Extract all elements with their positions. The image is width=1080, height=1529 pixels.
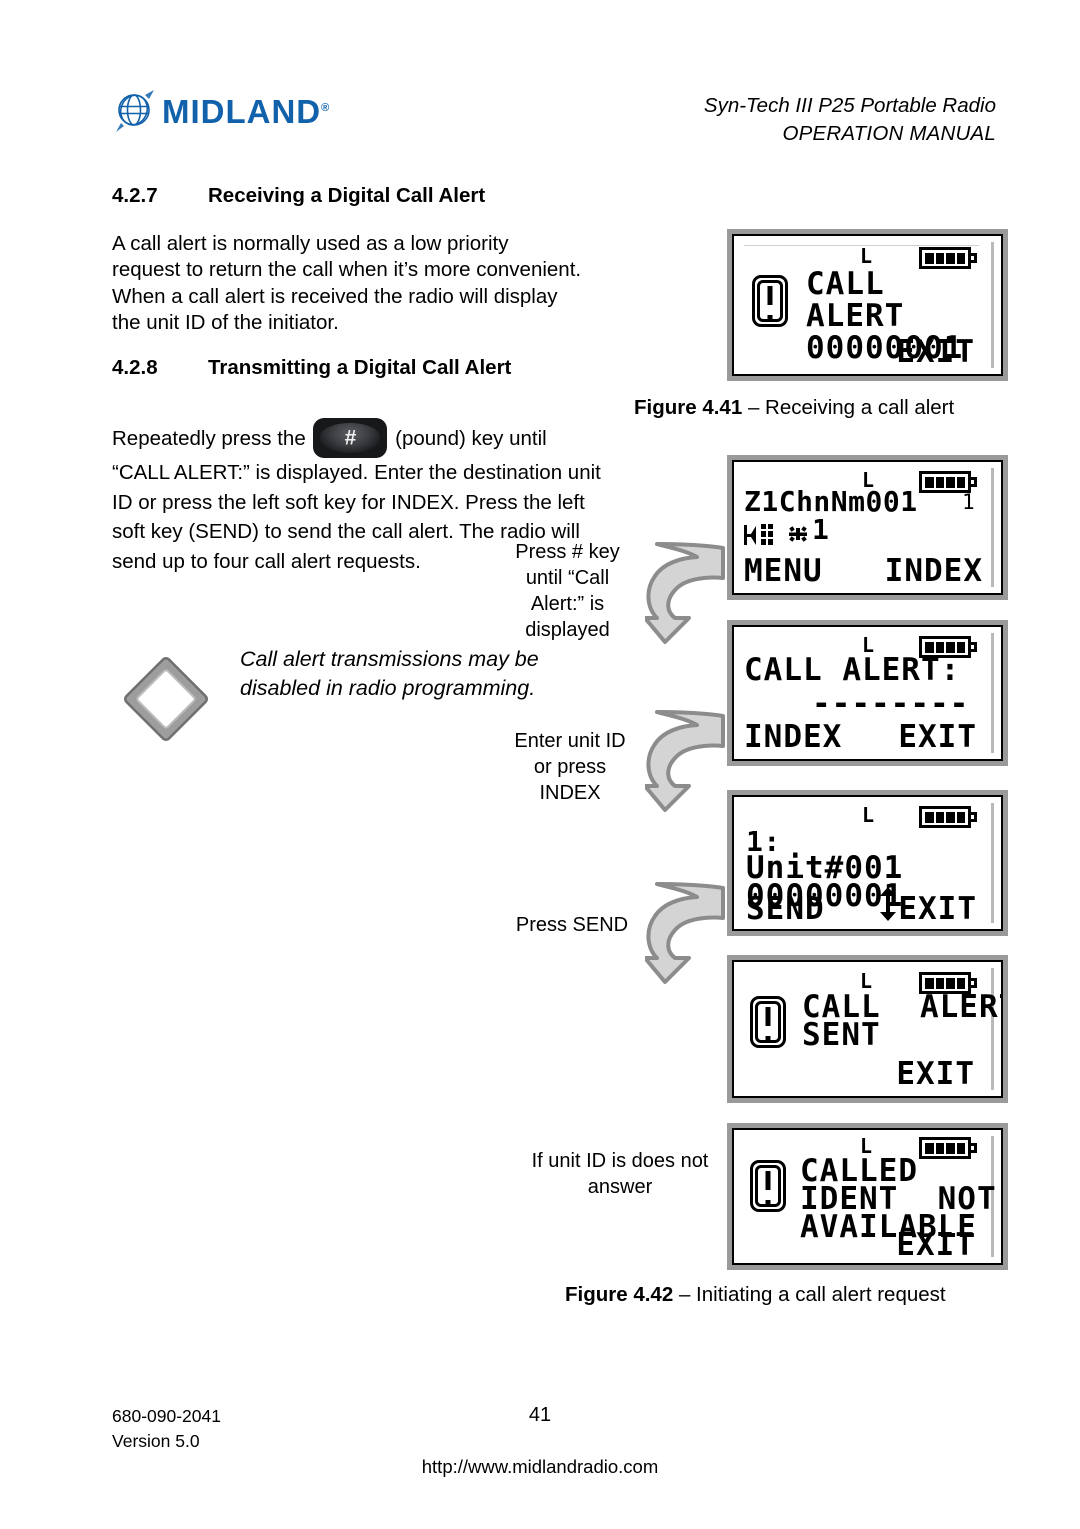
softkey-exit[interactable]: EXIT — [896, 1059, 975, 1090]
figure-dash-4-42: – — [673, 1283, 697, 1306]
section-heading-4-2-7: 4.2.7 Receiving a Digital Call Alert — [112, 184, 485, 208]
note-diamond-icon: NOTE — [120, 653, 212, 745]
footer-version: Version 5.0 — [112, 1431, 200, 1451]
lcd-inner: L Z1ChnNm001 1 1 MENU INDEX — [732, 460, 1003, 595]
document-title-line1: Syn-Tech III P25 Portable Radio — [703, 94, 996, 117]
screen-line-2: SENT — [802, 1017, 881, 1053]
lcd-inner: L CALL ALERT SENT EXIT — [732, 960, 1003, 1098]
up-down-arrow-icon[interactable] — [879, 887, 897, 921]
battery-icon — [919, 1137, 977, 1159]
signal-indicator: L — [860, 969, 873, 993]
flow-arrow-2-icon — [645, 706, 731, 836]
battery-cap — [971, 253, 977, 263]
page-header: MIDLAND® Syn-Tech III P25 Portable Radio… — [0, 0, 1080, 165]
footer-url: http://www.midlandradio.com — [421, 1456, 659, 1477]
softkey-index[interactable]: INDEX — [744, 722, 842, 753]
figure-dash-4-41: – — [742, 396, 766, 419]
section-number-4-2-7: 4.2.7 — [112, 184, 158, 207]
status-value: 1 — [812, 513, 830, 546]
signal-indicator: L — [862, 803, 875, 827]
note-text: Call alert transmissions may be disabled… — [240, 647, 539, 700]
alert-exclamation-icon — [752, 275, 788, 327]
lcd-inner: L CALLED IDENT NOT AVAILABLE EXIT — [732, 1128, 1003, 1265]
document-title-line2: OPERATION MANUAL — [782, 121, 996, 145]
registered-mark: ® — [321, 101, 331, 114]
lcd-scrollbar[interactable] — [991, 468, 994, 587]
star-icon — [788, 524, 808, 546]
home-channel-screen: L Z1ChnNm001 1 1 MENU INDEX — [727, 455, 1008, 600]
flow-arrow-3-icon — [645, 878, 731, 1008]
figure-label-4-42: Figure 4.42 — [565, 1283, 674, 1306]
lcd-inner: L 1: Unit#001 00000001 SEND EXIT — [732, 795, 1003, 931]
globe-icon — [112, 88, 158, 134]
brand-wordmark: MIDLAND® — [162, 92, 331, 130]
battery-body — [919, 1137, 971, 1159]
figure-text-4-41: Receiving a call alert — [765, 396, 955, 419]
lcd-inner: L CALL ALERT 00000001 EXIT — [732, 234, 1003, 376]
figure-label-4-41: Figure 4.41 — [634, 396, 743, 419]
footer-page-number: 41 — [528, 1404, 552, 1426]
screen-line-1: CALL — [806, 266, 885, 302]
battery-cap — [971, 978, 977, 988]
softkey-index[interactable]: INDEX — [885, 556, 983, 587]
scan-list-icon — [744, 524, 784, 546]
receiving-call-alert-screen: L CALL ALERT 00000001 EXIT — [727, 229, 1008, 381]
call-alert-entry-screen: L CALL ALERT: -------- INDEX EXIT — [727, 620, 1008, 766]
softkey-exit[interactable]: EXIT — [896, 337, 975, 368]
screen-title: CALL ALERT: — [744, 652, 961, 688]
figure-caption-4-42: Figure 4.42 – Initiating a call alert re… — [565, 1283, 946, 1307]
battery-body — [919, 806, 971, 828]
call-alert-sent-screen: L CALL ALERT SENT EXIT — [727, 955, 1008, 1103]
lcd-scrollbar[interactable] — [991, 242, 994, 368]
battery-cap — [971, 642, 977, 652]
status-icon-group: 1 — [744, 513, 830, 546]
battery-cap — [971, 477, 977, 487]
svg-text:NOTE: NOTE — [146, 692, 186, 707]
paragraph-receiving-call-alert: A call alert is normally used as a low p… — [112, 232, 582, 335]
flow-label-step-4: If unit ID is does not answer — [531, 1150, 709, 1198]
section-title-4-2-7: Receiving a Digital Call Alert — [208, 184, 486, 207]
document-title: Syn-Tech III P25 Portable Radio OPERATIO… — [704, 92, 996, 147]
midland-logo: MIDLAND® — [112, 88, 330, 134]
flow-label-step-1: Press # key until “Call Alert:” is displ… — [515, 541, 620, 641]
section-heading-4-2-8: 4.2.8 Transmitting a Digital Call Alert — [112, 356, 511, 380]
battery-body — [919, 247, 971, 269]
signal-indicator: L — [860, 244, 873, 268]
battery-icon — [919, 806, 977, 828]
screen-line-2: ALERT — [806, 298, 905, 334]
figure-caption-4-41: Figure 4.41 – Receiving a call alert — [634, 396, 954, 420]
figure-text-4-42: Initiating a call alert request — [696, 1283, 946, 1306]
softkey-exit[interactable]: EXIT — [896, 1230, 975, 1261]
lcd-scrollbar[interactable] — [991, 968, 994, 1090]
section-number-4-2-8: 4.2.8 — [112, 356, 158, 379]
channel-number: 1 — [962, 490, 975, 514]
alert-exclamation-icon — [750, 996, 786, 1048]
battery-cap — [971, 1143, 977, 1153]
channel-name: Z1ChnNm001 — [744, 485, 918, 518]
softkey-send[interactable]: SEND — [746, 894, 825, 925]
softkey-menu[interactable]: MENU — [744, 556, 823, 587]
flow-label-step-3: Press SEND — [515, 914, 629, 936]
pound-key-icon: # — [313, 418, 388, 458]
softkey-exit[interactable]: EXIT — [898, 894, 977, 925]
lcd-scrollbar[interactable] — [991, 803, 994, 923]
battery-cap — [971, 812, 977, 822]
battery-icon — [919, 247, 977, 269]
flow-arrow-1-icon — [645, 538, 731, 668]
alert-exclamation-icon — [750, 1160, 786, 1212]
pound-key-glyph: # — [344, 426, 357, 450]
lcd-inner: L CALL ALERT: -------- INDEX EXIT — [732, 625, 1003, 761]
called-ident-not-available-screen: L CALLED IDENT NOT AVAILABLE EXIT — [727, 1123, 1008, 1270]
flow-label-step-2: Enter unit ID or press INDEX — [514, 730, 626, 804]
section-title-4-2-8: Transmitting a Digital Call Alert — [208, 356, 512, 379]
softkey-exit[interactable]: EXIT — [898, 722, 977, 753]
unit-id-select-screen: L 1: Unit#001 00000001 SEND EXIT — [727, 790, 1008, 936]
transmit-text-before-key: Repeatedly press the — [112, 427, 312, 450]
unit-id-entry-field[interactable]: -------- — [812, 689, 969, 720]
lcd-scrollbar[interactable] — [991, 633, 994, 753]
